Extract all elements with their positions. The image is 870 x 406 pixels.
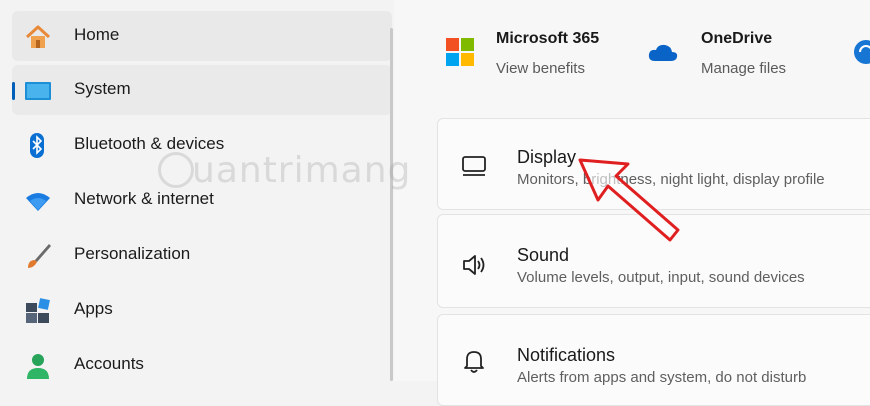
nav-item-apps[interactable]: Apps (12, 285, 392, 335)
onedrive-subtitle: Manage files (701, 60, 787, 77)
monitor-icon (462, 156, 486, 176)
display-title: Display (517, 147, 577, 167)
paintbrush-icon (28, 244, 51, 268)
watermark-logo-icon (158, 152, 194, 188)
apps-icon (26, 298, 50, 323)
bell-icon (464, 351, 484, 373)
windows-update-icon[interactable] (852, 38, 870, 66)
nav-label-apps: Apps (74, 299, 113, 318)
nav-label-personalization: Personalization (74, 244, 191, 263)
nav-label-system: System (74, 79, 131, 98)
sound-subtitle: Volume levels, output, input, sound devi… (517, 269, 805, 286)
microsoft-365-title: Microsoft 365 (496, 30, 600, 47)
annotation-arrow-icon (578, 158, 680, 242)
watermark-text: uantrimang (192, 150, 412, 191)
selection-indicator (12, 82, 15, 100)
sidebar-scrollbar[interactable] (390, 28, 393, 381)
nav-item-home[interactable]: Home (12, 11, 392, 61)
nav-label-accounts: Accounts (74, 354, 144, 373)
wifi-icon (26, 193, 50, 211)
microsoft-365-subtitle: View benefits (496, 60, 585, 77)
account-icon (27, 354, 49, 379)
speaker-icon (463, 255, 485, 275)
onedrive-tile[interactable]: OneDrive Manage files (648, 30, 838, 80)
microsoft-365-tile[interactable]: Microsoft 365 View benefits (446, 30, 636, 80)
nav-label-home: Home (74, 25, 120, 44)
home-icon (25, 25, 51, 48)
nav-item-accounts[interactable]: Accounts (12, 340, 392, 390)
notifications-card[interactable]: Notifications Alerts from apps and syste… (437, 314, 870, 406)
onedrive-cloud-icon (648, 44, 678, 61)
notifications-subtitle: Alerts from apps and system, do not dist… (517, 369, 807, 386)
nav-item-system[interactable]: System (12, 65, 392, 115)
notifications-title: Notifications (517, 345, 616, 365)
microsoft-logo-icon (446, 38, 474, 66)
onedrive-title: OneDrive (701, 30, 773, 47)
bluetooth-icon (30, 133, 44, 158)
nav-label-network: Network & internet (74, 189, 214, 208)
sound-title: Sound (517, 245, 570, 265)
system-icon (25, 82, 51, 100)
nav-item-personalization[interactable]: Personalization (12, 230, 392, 280)
